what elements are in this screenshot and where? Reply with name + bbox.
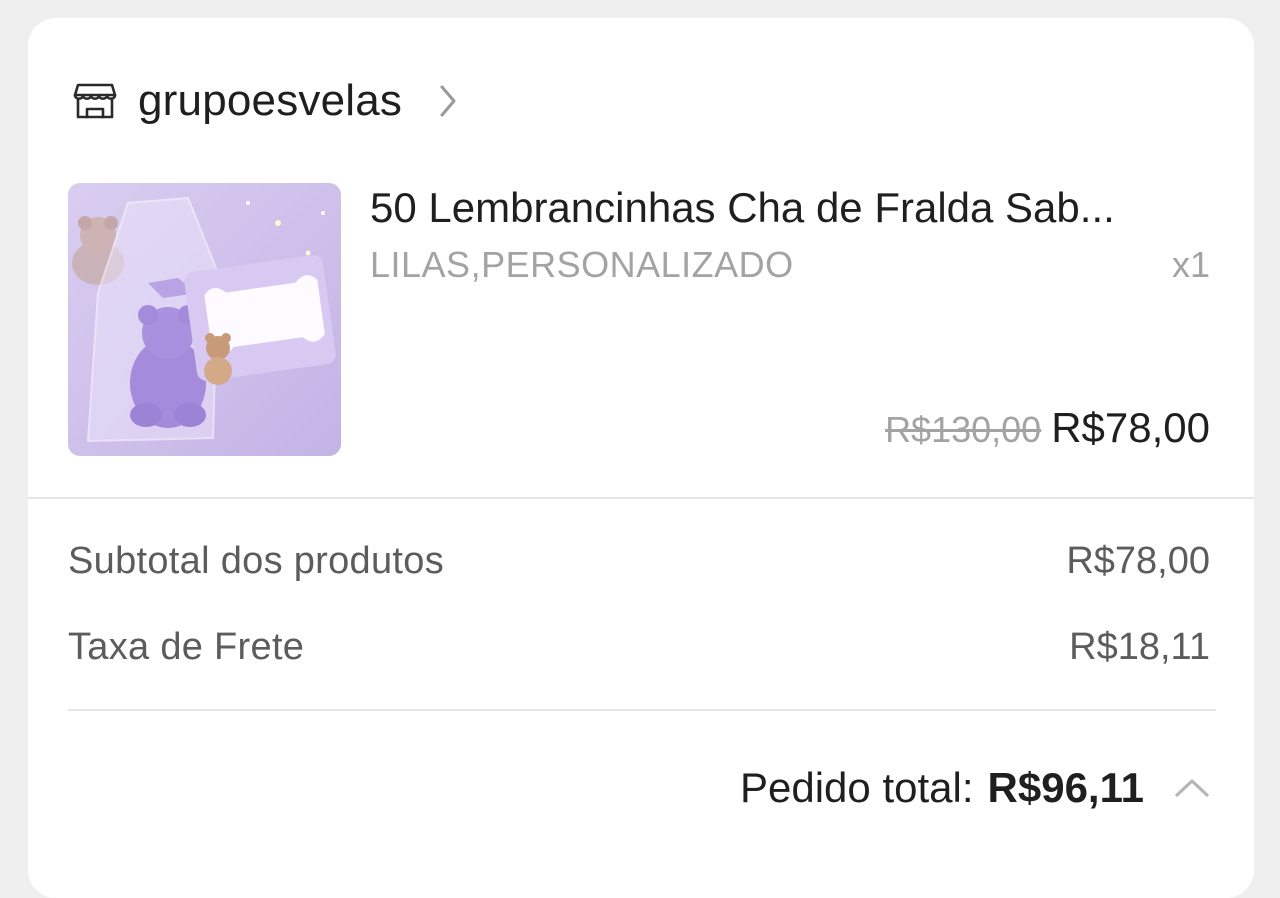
shipping-value: R$18,11 [1069,626,1210,668]
order-total-value: R$96,11 [987,764,1144,811]
divider [68,709,1216,711]
order-total-row[interactable]: Pedido total: R$96,11 [740,764,1212,812]
current-price: R$78,00 [1051,404,1210,451]
product-title[interactable]: 50 Lembrancinhas Cha de Fralda Sab... [370,184,1220,232]
subtotal-value: R$78,00 [1066,540,1210,582]
subtotal-label: Subtotal dos produtos [68,540,445,582]
product-image[interactable] [68,183,341,456]
divider [28,497,1254,499]
product-quantity: x1 [1171,244,1210,285]
order-total-label: Pedido total: [740,764,974,811]
chevron-up-icon[interactable] [1172,768,1212,808]
shipping-label: Taxa de Frete [68,626,305,668]
store-name[interactable]: grupoesvelas [138,76,402,126]
product-variant: LILAS,PERSONALIZADO [370,244,794,285]
chevron-right-icon[interactable] [438,81,462,121]
order-card: grupoesvelas 50 Lembrancinhas Cha de Fra… [28,18,1254,898]
price-row: R$130,00 R$78,00 [885,404,1210,452]
store-header[interactable]: grupoesvelas [72,76,462,126]
store-icon [72,78,118,124]
original-price: R$130,00 [885,409,1042,450]
